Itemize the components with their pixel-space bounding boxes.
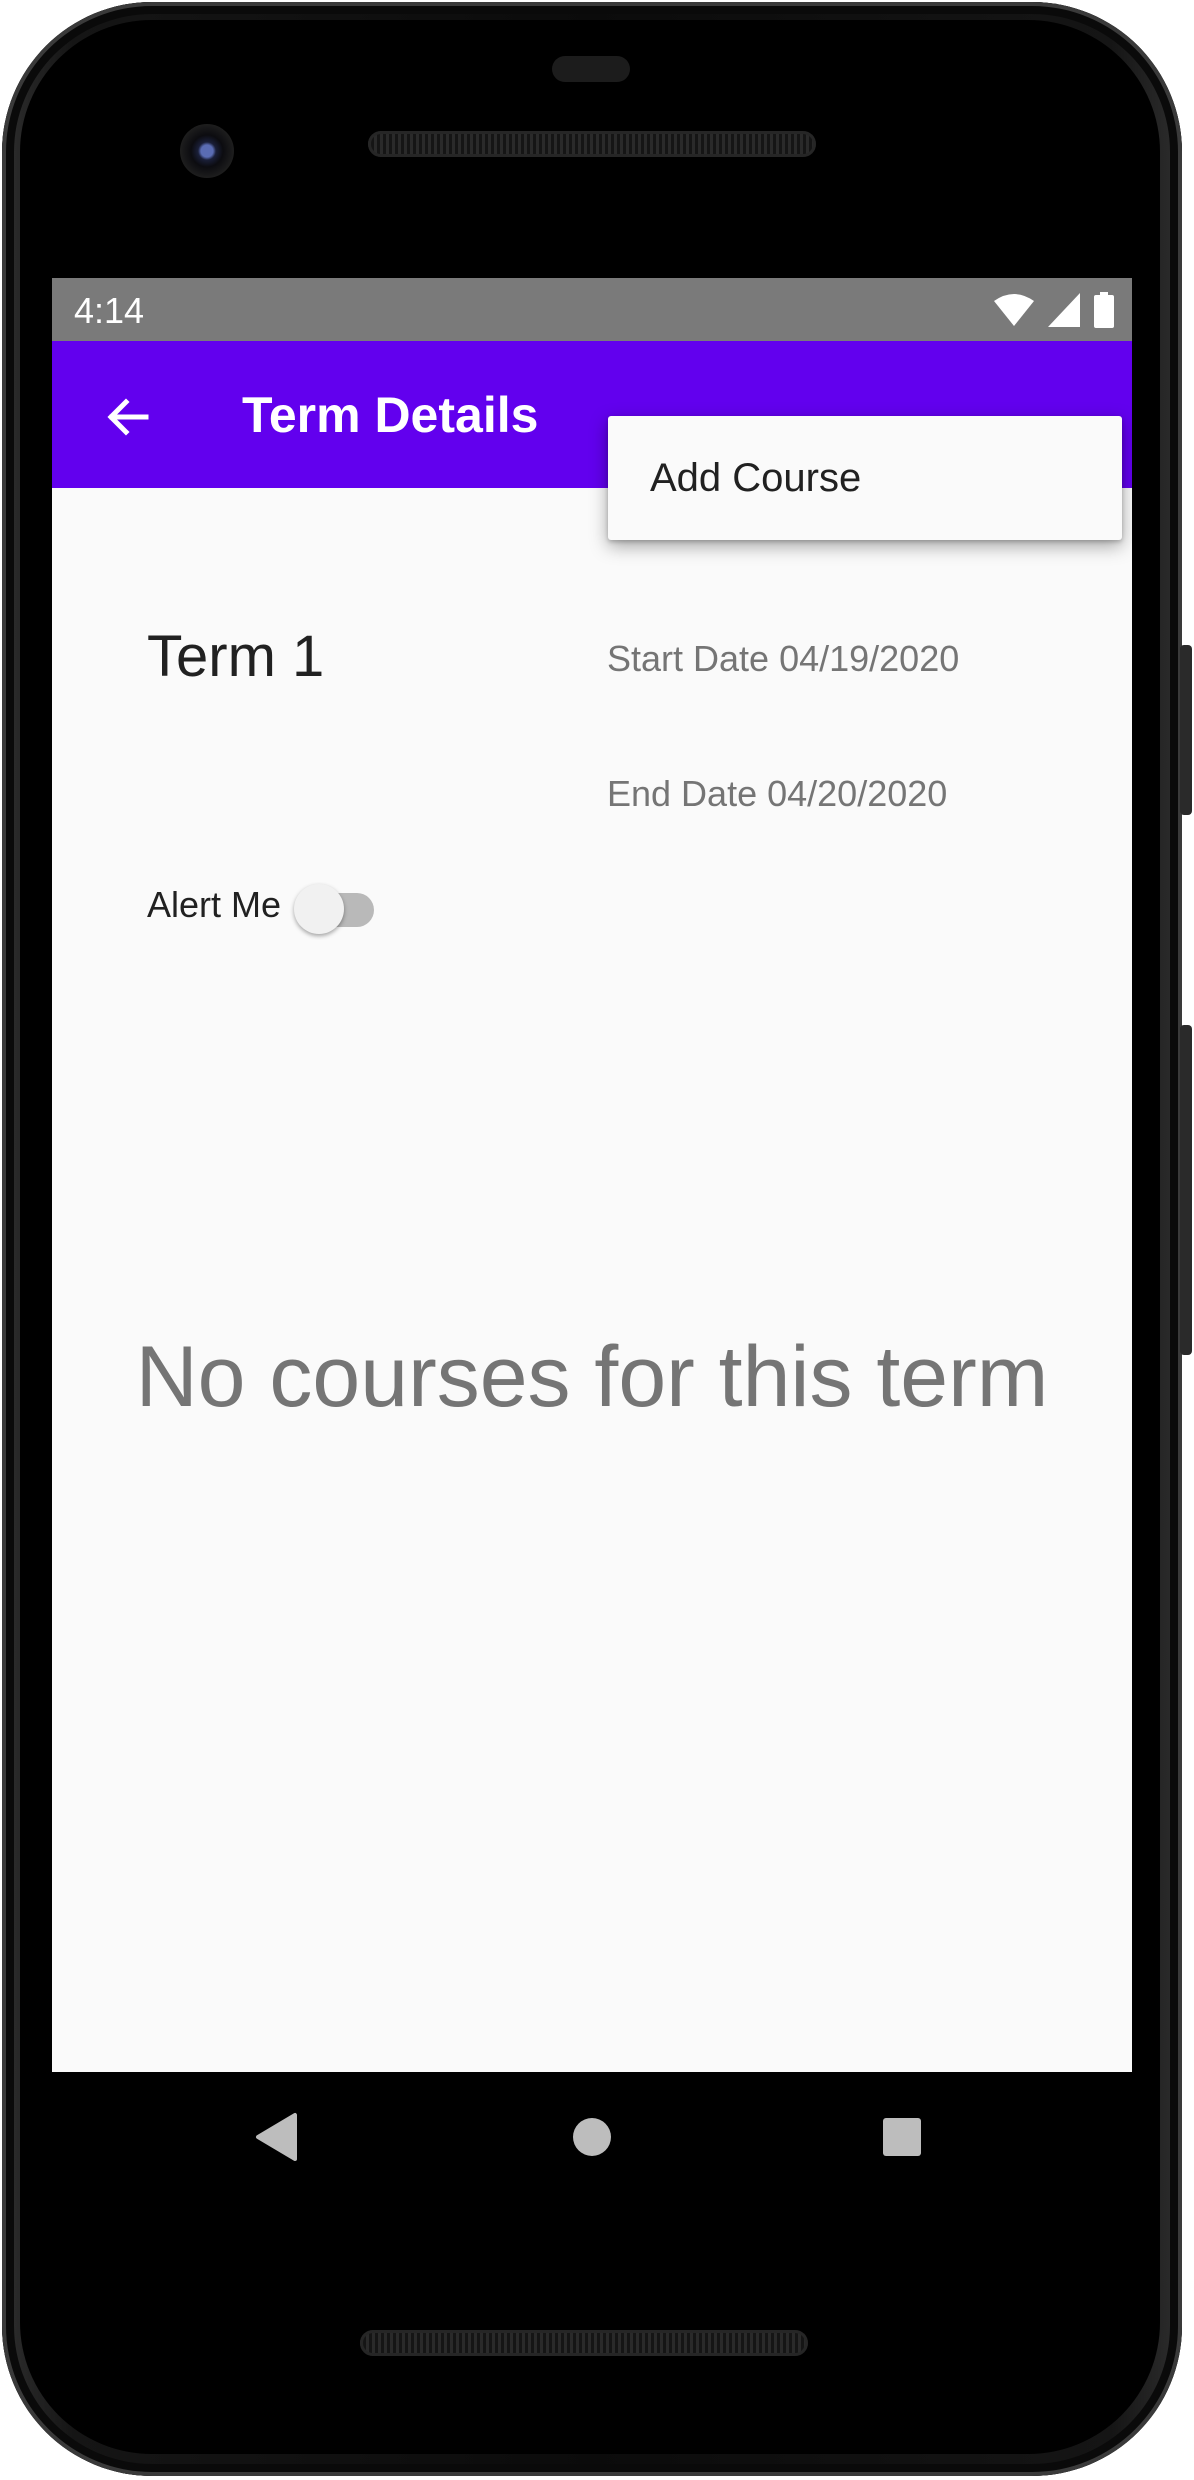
empty-courses-message: No courses for this term bbox=[135, 1329, 1049, 1425]
back-button[interactable] bbox=[92, 381, 164, 453]
status-icons bbox=[994, 292, 1114, 328]
back-triangle-icon bbox=[256, 2113, 297, 2161]
status-time: 4:14 bbox=[74, 290, 145, 331]
term-title: Term 1 bbox=[147, 624, 325, 689]
proximity-sensor bbox=[552, 56, 630, 82]
status-bar: 4:14 bbox=[52, 278, 1132, 341]
signal-icon bbox=[1048, 293, 1080, 327]
alert-label: Alert Me bbox=[147, 884, 282, 925]
alert-switch[interactable] bbox=[294, 880, 380, 934]
home-circle-icon bbox=[573, 2118, 611, 2156]
screen: 4:14 Term Details Add Course Term 1 Star… bbox=[52, 278, 1132, 2072]
switch-thumb bbox=[294, 884, 344, 934]
nav-home-button[interactable] bbox=[532, 2072, 652, 2202]
recents-square-icon bbox=[883, 2118, 921, 2156]
front-camera bbox=[180, 124, 234, 178]
end-date: End Date 04/20/2020 bbox=[607, 773, 948, 814]
wifi-icon bbox=[994, 294, 1034, 326]
nav-recents-button[interactable] bbox=[842, 2072, 962, 2202]
page-title: Term Details bbox=[242, 387, 539, 443]
start-date: Start Date 04/19/2020 bbox=[607, 638, 960, 679]
power-button bbox=[1180, 645, 1192, 815]
overflow-menu: Add Course bbox=[608, 416, 1122, 540]
navigation-bar bbox=[52, 2072, 1132, 2202]
nav-back-button[interactable] bbox=[217, 2072, 337, 2202]
battery-icon bbox=[1094, 292, 1114, 328]
add-course-menu-item[interactable]: Add Course bbox=[608, 416, 1122, 540]
earpiece-speaker bbox=[368, 131, 816, 157]
volume-button bbox=[1180, 1025, 1192, 1355]
arrow-left-icon bbox=[107, 398, 149, 436]
bottom-speaker bbox=[360, 2330, 808, 2356]
app-bar: Term Details Add Course bbox=[52, 341, 1132, 540]
